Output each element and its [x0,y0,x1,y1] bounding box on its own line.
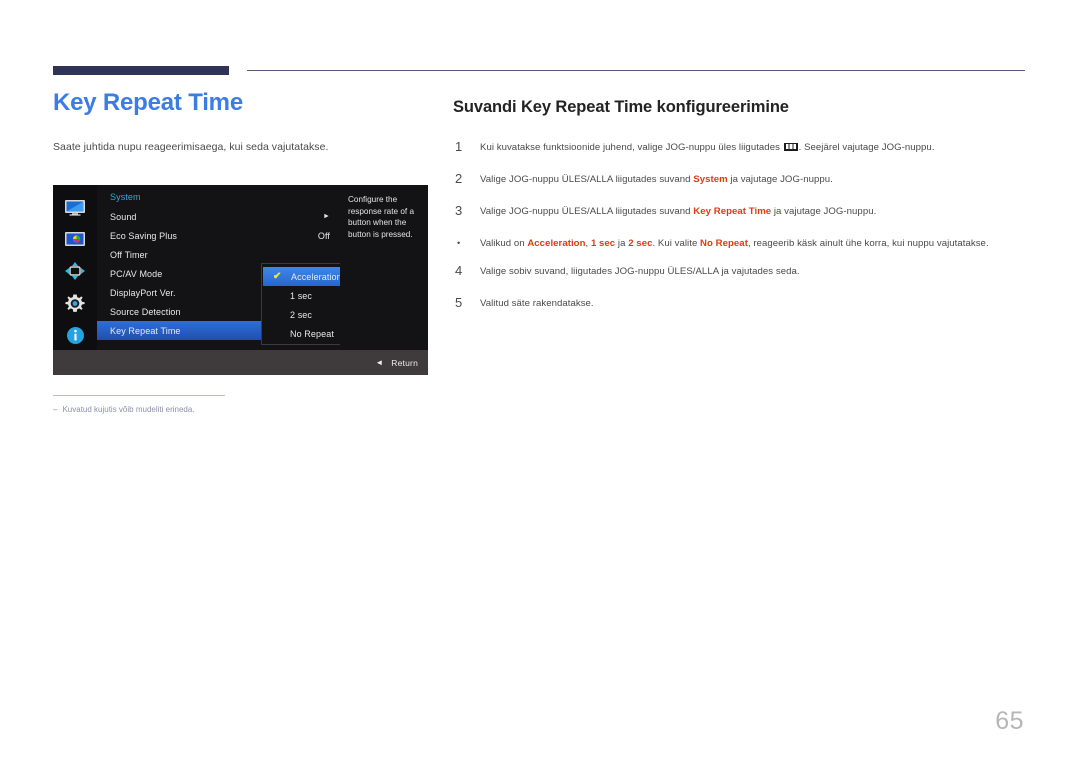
osd-footer-bar: ◄ Return [53,350,428,375]
osd-body: System Sound ► Eco Saving Plus Off Off T… [53,185,428,350]
menu-grid-icon [783,142,798,151]
header-rule-thick [53,66,229,75]
step-text-fragment: Valitud säte rakendatakse. [480,298,594,310]
osd-menu-item-label: Sound [110,211,137,222]
osd-submenu-item-label: 1 sec [290,290,313,301]
osd-menu-item-label: Off Timer [110,249,148,260]
page-intro-text: Saate juhtida nupu reageerimisaega, kui … [53,141,329,154]
return-arrow-icon: ◄ [375,357,384,367]
highlighted-term: No Repeat [700,237,748,249]
step-text-fragment: ja vajutage JOG-nuppu. [771,205,877,217]
instruction-step: 5 Valitud säte rakendatakse. [453,296,1028,311]
footnote-text: Kuvatud kujutis võib mudeliti erineda. [62,405,195,414]
highlighted-term: Key Repeat Time [693,205,772,217]
step-text: Valige JOG-nuppu ÜLES/ALLA liigutades su… [480,172,1028,187]
osd-menu-item-label: PC/AV Mode [110,268,163,279]
check-icon: ✔ [273,270,282,282]
header-rule-thin [247,70,1025,71]
gear-icon [63,293,87,313]
step-text: Valige sobiv suvand, liigutades JOG-nupp… [480,264,1028,279]
osd-menu-item-label: DisplayPort Ver. [110,287,176,298]
osd-icon-sidebar [53,185,97,350]
step-text-fragment: Valige sobiv suvand, liigutades JOG-nupp… [480,266,800,278]
page-title: Key Repeat Time [53,89,243,116]
step-text-fragment: , reageerib käsk ainult ühe korra, kui n… [747,237,989,249]
instruction-step: 3 Valige JOG-nuppu ÜLES/ALLA liigutades s… [453,202,1028,219]
highlighted-term: System [693,173,728,185]
bullet-marker: • [457,237,461,248]
osd-menu-item-eco-saving-plus[interactable]: Eco Saving Plus Off [97,226,340,245]
osd-menu-item-label: Key Repeat Time [110,325,181,336]
osd-submenu-item-label: 2 sec [290,309,313,320]
osd-description-panel: Configure the response rate of a button … [340,185,428,350]
instruction-step: 2 Valige JOG-nuppu ÜLES/ALLA liigutades s… [453,172,1028,187]
step-text-fragment: Valikud on [480,237,528,249]
osd-submenu-item-label: No Repeat [290,328,334,339]
osd-menu-item-key-repeat-time[interactable]: Key Repeat Time [97,321,265,340]
chevron-right-icon: ► [322,213,330,220]
osd-screenshot: System Sound ► Eco Saving Plus Off Off T… [53,185,428,375]
header-rule [53,66,1025,76]
step-text-fragment: ja [615,237,629,249]
step-text-fragment: Valige JOG-nuppu ÜLES/ALLA liigutades su… [480,205,694,217]
step-number: 2 [455,170,463,186]
osd-menu-item-label: Source Detection [110,306,181,317]
osd-menu-item-value: Off [317,230,330,241]
osd-menu-item-sound[interactable]: Sound ► [97,207,340,226]
step-text: Valikud on Acceleration, 1 sec ja 2 sec.… [480,236,1028,251]
highlighted-term: 2 sec [628,237,653,249]
osd-submenu-item-label: Acceleration [291,271,342,282]
footnote-divider [53,395,225,396]
osd-menu-title: System [110,192,141,202]
section-title: Suvandi Key Repeat Time konfigureerimine [453,98,789,116]
step-number: 4 [455,263,463,279]
highlighted-term: 1 sec [590,237,616,249]
step-text-fragment: ja vajutage JOG-nuppu. [727,173,833,185]
picture-icon [63,229,87,249]
step-text: Valitud säte rakendatakse. [480,296,1028,311]
step-text-fragment: . Seejärel vajutage JOG-nuppu. [798,141,935,153]
monitor-icon [63,197,87,217]
instruction-step: 1 Kui kuvatakse funktsioonide juhend, val… [453,140,1028,155]
osd-menu-item-label: Eco Saving Plus [110,230,178,241]
footnote: – Kuvatud kujutis võib mudeliti erineda. [53,404,238,415]
step-number: 1 [455,138,463,154]
instruction-bullet: • Valikud on Acceleration, 1 sec ja 2 sec… [453,236,1028,251]
step-text-fragment: Valige JOG-nuppu ÜLES/ALLA liigutades su… [480,173,694,185]
return-label: Return [391,357,418,368]
step-text-fragment: Kui kuvatakse funktsioonide juhend, vali… [480,141,783,153]
instruction-step: 4 Valige sobiv suvand, liigutades JOG-nup… [453,264,1028,279]
instruction-steps: 1 Kui kuvatakse funktsioonide juhend, val… [453,140,1028,311]
step-text: Kui kuvatakse funktsioonide juhend, vali… [480,140,1028,155]
highlighted-term: Acceleration [527,237,586,249]
left-column: Key Repeat Time Saate juhtida nupu reage… [53,89,428,155]
step-text-fragment: . Kui valite [652,237,701,249]
footnote-dash: – [53,405,58,414]
move-arrows-icon [63,261,87,281]
step-number: 3 [455,202,463,218]
right-column: Suvandi Key Repeat Time konfigureerimine… [453,98,1028,328]
step-text: Valige JOG-nuppu ÜLES/ALLA liigutades su… [480,204,1028,219]
page-number: 65 [995,707,1024,735]
osd-menu-item-off-timer[interactable]: Off Timer [97,245,340,264]
step-number: 5 [455,295,463,311]
footnote-block: – Kuvatud kujutis võib mudeliti erineda. [53,395,238,415]
info-icon [63,325,87,345]
